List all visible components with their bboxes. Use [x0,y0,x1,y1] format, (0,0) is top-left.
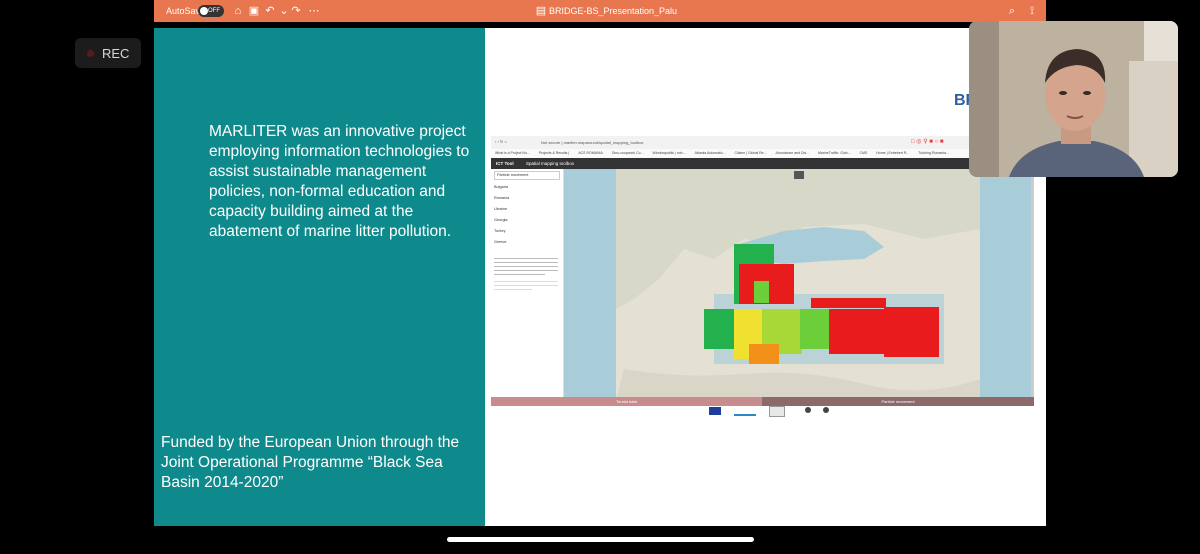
more-icon[interactable]: ⋯ [308,5,320,17]
url-text: Not secure | marliter.maparound/spatial_… [541,140,644,145]
bookmarks-bar: What is a Project Nu... Projects & Result… [491,149,1034,158]
sidebar-item: Romania [494,196,510,200]
bookmark-item: Projects & Results | [538,151,570,155]
slide-funding-text: Funded by the European Union through the… [161,434,460,491]
window-title: BRIDGE-BS_Presentation_Palu [549,6,678,16]
address-bar: ‹ › ↻ ⌂ Not secure | marliter.maparound/… [491,136,1034,150]
recording-indicator: REC [75,38,141,68]
bookmark-item: MarineTraffic: Glob... [818,151,851,155]
nav-arrows-icon: ‹ › ↻ ⌂ [495,139,507,144]
sidebar-description [494,255,558,325]
search-icon[interactable]: ⌕ [1006,5,1018,17]
sidebar-item: Turkey [494,229,506,233]
tab-tourist-data: Tourist data [491,397,762,406]
sidebar-list: Bulgaria Romania Ukraine Georgia Turkey Greec… [494,185,509,251]
embedded-browser-screenshot: ‹ › ↻ ⌂ Not secure | marliter.maparound/… [491,136,1034,406]
sidebar-select: Particle movement [494,171,560,180]
bookmark-item: Tutoring Romania... [918,151,949,155]
facebook-icon [805,407,811,413]
bookmark-item: Home | Entrebert R... [876,151,910,155]
sidebar-item: Ukraine [494,207,508,211]
bookmark-item: Citizen | Global Re... [734,151,767,155]
map-overlay-icon [794,171,804,179]
document-icon: ▤ [535,5,547,17]
programme-logo [734,408,756,416]
tab-particle-movement: Particle movement [762,397,1034,406]
app-name: ICT Tool [496,161,514,166]
footer-logos [709,406,849,420]
bottom-tabs: Tourist data Particle movement [491,397,1034,406]
slide-left-panel: MARLITER was an innovative project emplo… [154,28,485,526]
home-icon[interactable]: ⌂ [232,5,244,17]
bookmark-item: CMS [859,151,868,155]
undo-dropdown-icon[interactable]: ⌄ [278,5,290,17]
home-indicator[interactable] [447,537,754,542]
autosave-toggle[interactable]: OFF [198,5,224,17]
save-icon[interactable]: ▣ [248,5,260,17]
black-sea-map [564,169,1031,401]
presenter-video-frame [969,21,1178,177]
slide-main-text: MARLITER was an innovative project emplo… [209,123,470,240]
info-icon [823,407,829,413]
recording-label: REC [102,46,130,61]
sidebar-item: Bulgaria [494,185,508,189]
extension-icons: □ ◎ ⚲ ■ ○ ■ [911,139,944,145]
slide: MARLITER was an innovative project emplo… [154,28,1046,526]
webcam-video[interactable] [969,21,1178,177]
sidebar-item: Greece [494,240,507,244]
bookmark-item: Dinu-coopwork Co... [611,151,644,155]
sidebar-header: Particle movement [497,173,529,177]
partner-logo [769,406,785,417]
redo-icon[interactable]: ↷ [290,5,302,17]
bookmark-item: What is a Project Nu... [495,151,530,155]
sidebar-item: Georgia [494,218,508,222]
eu-flag-logo [709,407,721,415]
share-icon[interactable]: ⟟ [1026,5,1038,17]
map-graphic [564,169,1031,401]
app-subtitle: Spatial mapping toolbox [526,161,575,166]
bookmark-item: ACS ROMANIA [578,151,603,155]
bookmark-item: Abundance and Dis... [775,151,810,155]
bookmark-item: Windowpublic | min... [652,151,686,155]
bookmark-list: What is a Project Nu... Projects & Result… [495,151,958,155]
bookmark-item: Albania Automatic... [694,151,726,155]
title-bar: AutoSave OFF ⌂ ▣ ↶ ⌄ ↷ ⋯ ▤ BRIDGE-BS_Pre… [154,0,1046,22]
record-dot-icon [87,50,94,57]
undo-icon[interactable]: ↶ [264,5,276,17]
app-header: ICT Tool Spatial mapping toolbox [491,158,1034,169]
scrollbar[interactable] [1031,169,1034,397]
tool-sidebar: Particle movement Bulgaria Romania Ukraine… [491,169,564,401]
